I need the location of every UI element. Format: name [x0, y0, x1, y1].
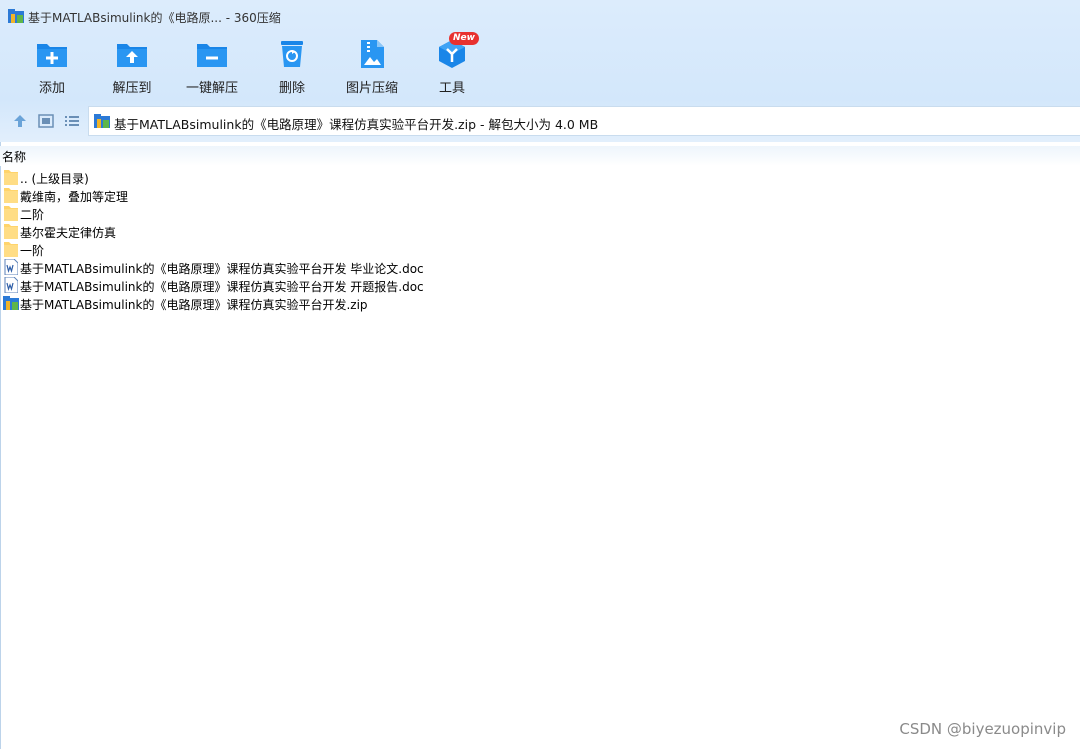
archive-app-icon	[8, 9, 24, 23]
column-header-name[interactable]: 名称	[0, 146, 1080, 166]
list-item-name: 基尔霍夫定律仿真	[20, 226, 117, 240]
toolbar: 添加 解压到 一键解压 删除 图片压缩 New 工具	[0, 32, 1080, 100]
trash-icon	[281, 41, 303, 67]
add-button[interactable]: 添加	[12, 34, 92, 96]
list-item-name: 基于MATLABsimulink的《电路原理》课程仿真实验平台开发.zip	[20, 298, 368, 312]
watermark: CSDN @biyezuopinvip	[899, 720, 1066, 738]
folder-icon	[4, 170, 18, 185]
list-item-name: 二阶	[20, 208, 45, 222]
extract-to-label: 解压到	[112, 81, 152, 96]
add-label: 添加	[38, 81, 65, 96]
up-arrow-icon[interactable]	[11, 112, 29, 130]
list-item[interactable]: 一阶	[0, 240, 1080, 258]
extract-to-button[interactable]: 解压到	[92, 34, 172, 96]
title-bar: 基于MATLABsimulink的《电路原... - 360压缩	[0, 0, 1080, 32]
icon-view-icon[interactable]	[37, 112, 55, 130]
column-header-label: 名称	[2, 150, 27, 164]
top-panel: 基于MATLABsimulink的《电路原... - 360压缩 添加 解压到	[0, 0, 1080, 142]
list-item-name: 戴维南，叠加等定理	[20, 190, 129, 204]
list-item-parent-dir[interactable]: .. (上级目录)	[0, 168, 1080, 186]
quick-extract-button[interactable]: 一键解压	[172, 34, 252, 96]
address-bar[interactable]: 基于MATLABsimulink的《电路原理》课程仿真实验平台开发.zip - …	[88, 106, 1080, 136]
list-item-name: 基于MATLABsimulink的《电路原理》课程仿真实验平台开发 开题报告.d…	[20, 280, 424, 294]
address-path: 基于MATLABsimulink的《电路原理》课程仿真实验平台开发.zip - …	[114, 117, 599, 132]
folder-quick-extract-icon	[197, 44, 227, 67]
folder-icon	[4, 206, 18, 221]
list-item-name: 基于MATLABsimulink的《电路原理》课程仿真实验平台开发 毕业论文.d…	[20, 262, 424, 276]
folder-icon	[4, 224, 18, 239]
list-view-icon[interactable]	[63, 112, 81, 130]
image-compress-icon	[361, 40, 384, 68]
zip-archive-icon	[94, 114, 110, 128]
list-item[interactable]: 基于MATLABsimulink的《电路原理》课程仿真实验平台开发 毕业论文.d…	[0, 258, 1080, 276]
word-doc-icon	[4, 259, 18, 275]
list-item[interactable]: 基于MATLABsimulink的《电路原理》课程仿真实验平台开发 开题报告.d…	[0, 276, 1080, 294]
list-item-name: .. (上级目录)	[20, 172, 89, 186]
list-item[interactable]: 基尔霍夫定律仿真	[0, 222, 1080, 240]
list-item[interactable]: 基于MATLABsimulink的《电路原理》课程仿真实验平台开发.zip	[0, 294, 1080, 312]
folder-extract-icon	[117, 44, 147, 67]
delete-label: 删除	[278, 81, 305, 96]
list-item-name: 一阶	[20, 244, 45, 258]
list-item[interactable]: 戴维南，叠加等定理	[0, 186, 1080, 204]
list-item[interactable]: 二阶	[0, 204, 1080, 222]
word-doc-icon	[4, 277, 18, 293]
folder-icon	[4, 188, 18, 203]
delete-button[interactable]: 删除	[252, 34, 332, 96]
new-badge: New	[449, 32, 479, 45]
image-compress-button[interactable]: 图片压缩	[332, 34, 412, 96]
folder-add-icon	[37, 44, 67, 67]
zip-archive-icon	[3, 296, 19, 310]
quick-extract-label: 一键解压	[185, 81, 238, 96]
tools-label: 工具	[438, 81, 465, 96]
image-compress-label: 图片压缩	[345, 81, 398, 96]
folder-icon	[4, 242, 18, 257]
window-title: 基于MATLABsimulink的《电路原... - 360压缩	[28, 11, 281, 25]
tools-button[interactable]: New 工具	[412, 32, 492, 96]
address-row: 基于MATLABsimulink的《电路原理》课程仿真实验平台开发.zip - …	[0, 104, 1080, 138]
